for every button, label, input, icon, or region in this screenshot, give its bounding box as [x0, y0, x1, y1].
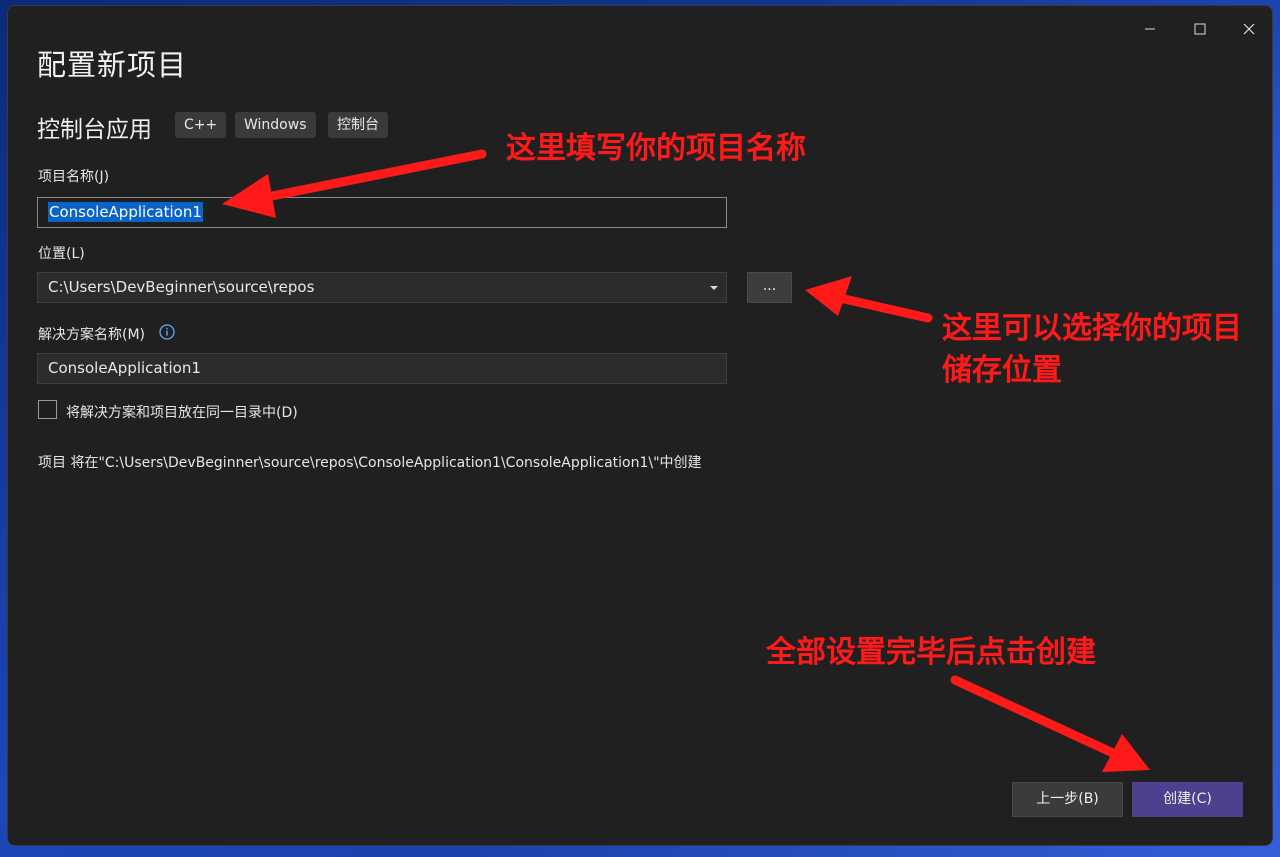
tag-windows: Windows [235, 112, 316, 138]
template-name: 控制台应用 [37, 117, 152, 143]
same-directory-checkbox[interactable] [38, 400, 57, 419]
location-label: 位置(L) [38, 246, 85, 262]
location-value: C:\Users\DevBeginner\source\repos [48, 278, 315, 296]
create-button[interactable]: 创建(C) [1132, 782, 1243, 817]
solution-name-input[interactable]: ConsoleApplication1 [37, 353, 727, 384]
location-combobox[interactable]: C:\Users\DevBeginner\source\repos [37, 272, 727, 303]
annotation-create-hint: 全部设置完毕后点击创建 [766, 635, 1096, 670]
page-title: 配置新项目 [37, 48, 188, 82]
maximize-button[interactable] [1177, 12, 1223, 46]
chevron-down-icon[interactable] [710, 286, 718, 290]
browse-button[interactable]: ... [747, 272, 792, 303]
project-name-label: 项目名称(J) [38, 169, 110, 185]
project-name-input[interactable]: ConsoleApplication1 [37, 197, 727, 228]
tag-console: 控制台 [328, 112, 388, 138]
info-icon[interactable] [159, 324, 175, 340]
back-button[interactable]: 上一步(B) [1012, 782, 1123, 817]
same-directory-label[interactable]: 将解决方案和项目放在同一目录中(D) [66, 402, 298, 422]
annotation-location-hint-line2: 储存位置 [942, 353, 1062, 388]
close-button[interactable] [1226, 12, 1272, 46]
project-name-value: ConsoleApplication1 [48, 202, 203, 222]
creation-path-note: 项目 将在"C:\Users\DevBeginner\source\repos\… [38, 455, 702, 471]
minimize-icon [1145, 28, 1155, 30]
tag-cpp: C++ [175, 112, 227, 138]
minimize-button[interactable] [1127, 12, 1173, 46]
solution-name-value: ConsoleApplication1 [48, 359, 201, 377]
annotation-name-hint: 这里填写你的项目名称 [506, 131, 806, 166]
solution-name-label: 解决方案名称(M) [38, 327, 146, 343]
close-icon [1243, 23, 1255, 35]
annotation-location-hint-line1: 这里可以选择你的项目 [942, 311, 1242, 346]
maximize-icon [1194, 23, 1206, 35]
